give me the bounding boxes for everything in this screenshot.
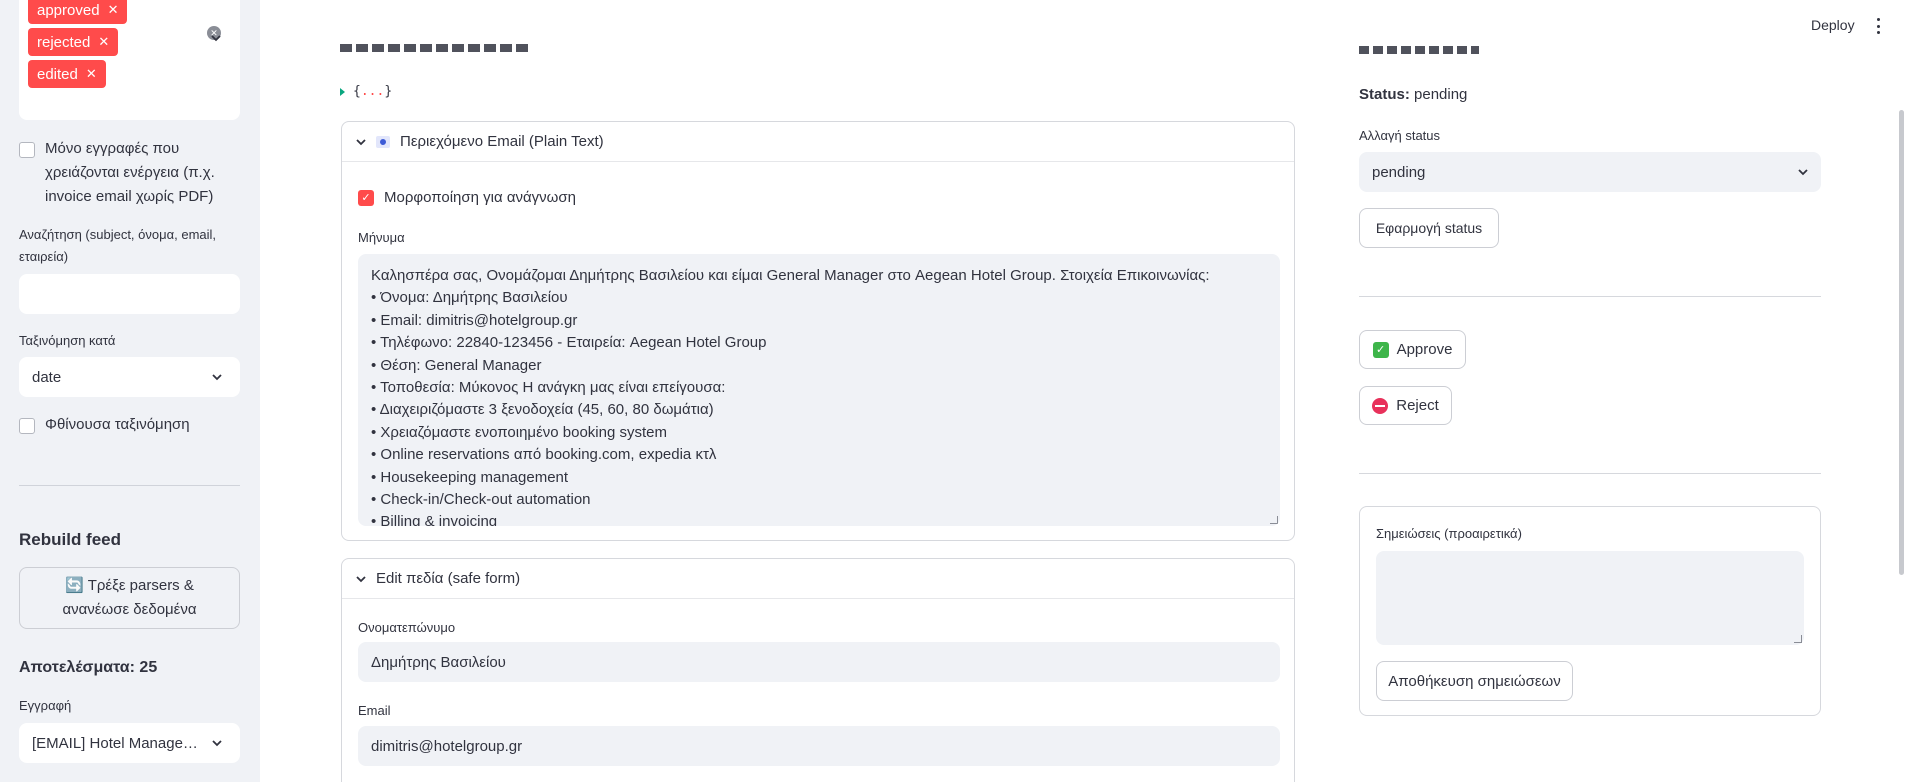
sort-value: date <box>32 368 62 386</box>
tag-approved[interactable]: approved ✕ <box>28 0 128 24</box>
chevron-down-icon <box>356 138 366 145</box>
edit-fields-expander: Edit πεδία (safe form) Ονοματεπώνυμο Δημ… <box>341 558 1295 782</box>
sidebar: approved ✕ rejected ✕ edited ✕ ✕ Μόνο εγ… <box>0 0 260 782</box>
reject-button[interactable]: Reject <box>1359 386 1452 425</box>
message-label: Μήνυμα <box>358 230 405 245</box>
expander-title: Περιεχόμενο Email (Plain Text) <box>400 133 604 150</box>
save-notes-button[interactable]: Αποθήκευση σημειώσεων <box>1376 661 1573 701</box>
change-status-label: Αλλαγή status <box>1359 128 1441 143</box>
expand-triangle-icon[interactable] <box>340 87 345 96</box>
rebuild-button[interactable]: 🔄 Τρέξε parsers & ανανέωσε δεδομένα <box>19 567 240 629</box>
email-label: Email <box>358 703 391 718</box>
resize-handle-icon[interactable] <box>1794 635 1802 643</box>
apply-status-button[interactable]: Εφαρμογή status <box>1359 208 1499 248</box>
chevron-down-icon <box>212 374 222 381</box>
tag-label: approved <box>37 1 100 19</box>
divider <box>1359 296 1821 297</box>
divider <box>19 485 240 486</box>
notes-textarea[interactable] <box>1376 551 1804 645</box>
check-icon: ✓ <box>1372 341 1389 358</box>
section-heading-cut <box>340 38 530 54</box>
more-options-icon[interactable] <box>1876 18 1880 34</box>
chevron-down-icon <box>1798 169 1808 176</box>
tag-label: edited <box>37 65 78 83</box>
json-viewer[interactable]: {...} <box>340 84 392 99</box>
status-select[interactable]: pending <box>1359 152 1821 192</box>
chevron-down-icon[interactable] <box>211 33 221 43</box>
record-select[interactable]: [EMAIL] Hotel Manage… <box>19 723 240 763</box>
sort-select[interactable]: date <box>19 357 240 397</box>
message-textarea[interactable]: Καλησπέρα σας, Ονομάζομαι Δημήτρης Βασιλ… <box>358 254 1280 526</box>
expander-header[interactable]: Περιεχόμενο Email (Plain Text) <box>342 122 1294 162</box>
checkbox-checked-icon[interactable]: ✓ <box>358 189 374 206</box>
approve-button[interactable]: ✓ Approve <box>1359 330 1466 369</box>
status-multiselect[interactable]: approved ✕ rejected ✕ edited ✕ ✕ <box>19 0 240 120</box>
results-count: Αποτελέσματα: 25 <box>19 659 158 676</box>
record-value: [EMAIL] Hotel Manage… <box>32 734 198 752</box>
email-icon <box>376 135 390 148</box>
remove-tag-icon[interactable]: ✕ <box>98 34 109 50</box>
search-label: Αναζήτηση (subject, όνομα, email, εταιρε… <box>19 227 217 264</box>
status-line: Status: pending <box>1359 86 1468 103</box>
remove-tag-icon[interactable]: ✕ <box>108 2 119 18</box>
format-label: Μορφοποίηση για ανάγνωση <box>384 189 576 206</box>
status-value: pending <box>1414 86 1468 103</box>
resize-handle-icon[interactable] <box>1270 516 1278 524</box>
expander-header[interactable]: Edit πεδία (safe form) <box>342 559 1294 599</box>
desc-sort-label: Φθίνουσα ταξινόμηση <box>45 416 190 433</box>
deploy-button[interactable]: Deploy <box>1811 17 1855 33</box>
chevron-down-icon <box>356 575 366 582</box>
tag-label: rejected <box>37 33 91 51</box>
email-input[interactable]: dimitris@hotelgroup.gr <box>358 726 1280 766</box>
divider <box>1359 473 1821 474</box>
name-label: Ονοματεπώνυμο <box>358 620 456 635</box>
name-input[interactable]: Δημήτρης Βασιλείου <box>358 642 1280 682</box>
tag-rejected[interactable]: rejected ✕ <box>28 28 119 56</box>
rebuild-heading: Rebuild feed <box>19 530 122 549</box>
no-entry-icon <box>1372 397 1389 414</box>
notes-form: Σημειώσεις (προαιρετικά) Αποθήκευση σημε… <box>1359 506 1821 716</box>
sort-label: Ταξινόμηση κατά <box>19 333 116 348</box>
chevron-down-icon <box>212 740 222 747</box>
expander-title: Edit πεδία (safe form) <box>376 570 521 587</box>
section-heading-cut <box>1359 40 1479 54</box>
only-action-checkbox[interactable] <box>19 142 35 158</box>
remove-tag-icon[interactable]: ✕ <box>86 66 97 82</box>
notes-label: Σημειώσεις (προαιρετικά) <box>1376 526 1522 541</box>
format-checkbox-row[interactable]: ✓ Μορφοποίηση για ανάγνωση <box>358 189 576 206</box>
scrollbar[interactable] <box>1899 110 1904 575</box>
only-action-label: Μόνο εγγραφές που χρειάζονται ενέργεια (… <box>45 140 215 205</box>
tag-edited[interactable]: edited ✕ <box>28 60 106 88</box>
search-input[interactable] <box>19 274 240 314</box>
record-label: Εγγραφή <box>19 698 72 713</box>
status-select-value: pending <box>1372 163 1426 181</box>
email-content-expander: Περιεχόμενο Email (Plain Text) ✓ Μορφοπο… <box>341 121 1295 541</box>
desc-sort-checkbox[interactable] <box>19 418 35 434</box>
